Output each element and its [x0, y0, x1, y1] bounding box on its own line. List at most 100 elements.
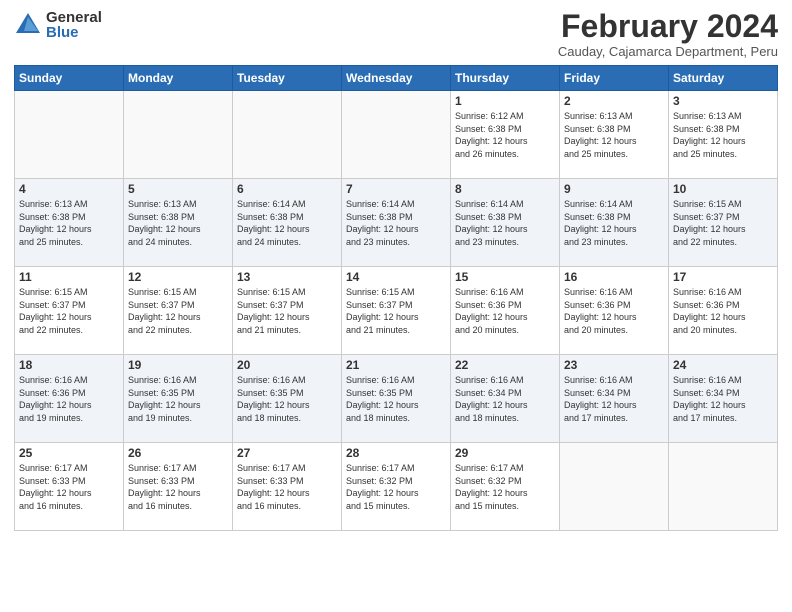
day-number: 20 [237, 358, 337, 372]
day-number: 4 [19, 182, 119, 196]
day-info: Sunrise: 6:17 AM Sunset: 6:33 PM Dayligh… [128, 462, 228, 512]
day-number: 29 [455, 446, 555, 460]
day-info: Sunrise: 6:16 AM Sunset: 6:34 PM Dayligh… [673, 374, 773, 424]
day-number: 11 [19, 270, 119, 284]
calendar-week-row: 1 Sunrise: 6:12 AM Sunset: 6:38 PM Daylig… [15, 91, 778, 179]
calendar-cell: 15Sunrise: 6:16 AM Sunset: 6:36 PM Dayli… [451, 267, 560, 355]
day-number: 14 [346, 270, 446, 284]
calendar-cell: 5 Sunrise: 6:13 AM Sunset: 6:38 PM Daylig… [124, 179, 233, 267]
logo-text: General Blue [46, 10, 102, 40]
calendar-cell [124, 91, 233, 179]
day-info: Sunrise: 6:13 AM Sunset: 6:38 PM Dayligh… [19, 198, 119, 248]
calendar-cell: 8Sunrise: 6:14 AM Sunset: 6:38 PM Daylig… [451, 179, 560, 267]
day-number: 24 [673, 358, 773, 372]
day-number: 28 [346, 446, 446, 460]
day-number: 16 [564, 270, 664, 284]
calendar-cell: 7 Sunrise: 6:14 AM Sunset: 6:38 PM Daylig… [342, 179, 451, 267]
day-number: 27 [237, 446, 337, 460]
day-info: Sunrise: 6:16 AM Sunset: 6:35 PM Dayligh… [237, 374, 337, 424]
day-info: Sunrise: 6:16 AM Sunset: 6:35 PM Dayligh… [128, 374, 228, 424]
calendar-title: February 2024 [558, 10, 778, 42]
day-number: 23 [564, 358, 664, 372]
day-info: Sunrise: 6:17 AM Sunset: 6:32 PM Dayligh… [455, 462, 555, 512]
day-info: Sunrise: 6:15 AM Sunset: 6:37 PM Dayligh… [237, 286, 337, 336]
day-number: 17 [673, 270, 773, 284]
day-info: Sunrise: 6:16 AM Sunset: 6:36 PM Dayligh… [455, 286, 555, 336]
day-info: Sunrise: 6:13 AM Sunset: 6:38 PM Dayligh… [564, 110, 664, 160]
calendar-cell: 17 Sunrise: 6:16 AM Sunset: 6:36 PM Dayli… [669, 267, 778, 355]
calendar-week-row: 25Sunrise: 6:17 AM Sunset: 6:33 PM Dayli… [15, 443, 778, 531]
day-number: 18 [19, 358, 119, 372]
day-number: 19 [128, 358, 228, 372]
calendar-cell: 16 Sunrise: 6:16 AM Sunset: 6:36 PM Dayli… [560, 267, 669, 355]
calendar-cell: 29 Sunrise: 6:17 AM Sunset: 6:32 PM Dayli… [451, 443, 560, 531]
day-info: Sunrise: 6:13 AM Sunset: 6:38 PM Dayligh… [673, 110, 773, 160]
day-number: 22 [455, 358, 555, 372]
day-info: Sunrise: 6:16 AM Sunset: 6:36 PM Dayligh… [564, 286, 664, 336]
day-number: 9 [564, 182, 664, 196]
day-info: Sunrise: 6:16 AM Sunset: 6:36 PM Dayligh… [673, 286, 773, 336]
day-info: Sunrise: 6:15 AM Sunset: 6:37 PM Dayligh… [673, 198, 773, 248]
day-info: Sunrise: 6:14 AM Sunset: 6:38 PM Dayligh… [346, 198, 446, 248]
day-info: Sunrise: 6:17 AM Sunset: 6:32 PM Dayligh… [346, 462, 446, 512]
calendar-cell: 12 Sunrise: 6:15 AM Sunset: 6:37 PM Dayli… [124, 267, 233, 355]
weekday-header-friday: Friday [560, 66, 669, 91]
calendar-cell: 18 Sunrise: 6:16 AM Sunset: 6:36 PM Dayli… [15, 355, 124, 443]
day-number: 1 [455, 94, 555, 108]
calendar-cell [560, 443, 669, 531]
day-number: 21 [346, 358, 446, 372]
day-info: Sunrise: 6:17 AM Sunset: 6:33 PM Dayligh… [237, 462, 337, 512]
day-info: Sunrise: 6:14 AM Sunset: 6:38 PM Dayligh… [455, 198, 555, 248]
calendar-cell: 11 Sunrise: 6:15 AM Sunset: 6:37 PM Dayli… [15, 267, 124, 355]
weekday-header-row: SundayMondayTuesdayWednesdayThursdayFrid… [15, 66, 778, 91]
title-section: February 2024 Cauday, Cajamarca Departme… [558, 10, 778, 59]
day-info: Sunrise: 6:15 AM Sunset: 6:37 PM Dayligh… [19, 286, 119, 336]
day-number: 5 [128, 182, 228, 196]
weekday-header-saturday: Saturday [669, 66, 778, 91]
logo: General Blue [14, 10, 102, 40]
day-info: Sunrise: 6:16 AM Sunset: 6:34 PM Dayligh… [455, 374, 555, 424]
weekday-header-thursday: Thursday [451, 66, 560, 91]
calendar-cell: 6Sunrise: 6:14 AM Sunset: 6:38 PM Daylig… [233, 179, 342, 267]
day-info: Sunrise: 6:16 AM Sunset: 6:36 PM Dayligh… [19, 374, 119, 424]
header: General Blue February 2024 Cauday, Cajam… [14, 10, 778, 59]
calendar-cell [669, 443, 778, 531]
calendar-cell: 13 Sunrise: 6:15 AM Sunset: 6:37 PM Dayli… [233, 267, 342, 355]
calendar-cell: 23Sunrise: 6:16 AM Sunset: 6:34 PM Dayli… [560, 355, 669, 443]
calendar-cell: 3 Sunrise: 6:13 AM Sunset: 6:38 PM Daylig… [669, 91, 778, 179]
day-info: Sunrise: 6:15 AM Sunset: 6:37 PM Dayligh… [346, 286, 446, 336]
day-number: 3 [673, 94, 773, 108]
day-number: 6 [237, 182, 337, 196]
day-info: Sunrise: 6:14 AM Sunset: 6:38 PM Dayligh… [564, 198, 664, 248]
day-number: 7 [346, 182, 446, 196]
calendar-cell: 21 Sunrise: 6:16 AM Sunset: 6:35 PM Dayli… [342, 355, 451, 443]
logo-blue: Blue [46, 25, 102, 40]
day-number: 13 [237, 270, 337, 284]
calendar-table: SundayMondayTuesdayWednesdayThursdayFrid… [14, 65, 778, 531]
calendar-subtitle: Cauday, Cajamarca Department, Peru [558, 44, 778, 59]
page: General Blue February 2024 Cauday, Cajam… [0, 0, 792, 612]
weekday-header-sunday: Sunday [15, 66, 124, 91]
day-info: Sunrise: 6:15 AM Sunset: 6:37 PM Dayligh… [128, 286, 228, 336]
calendar-cell: 14 Sunrise: 6:15 AM Sunset: 6:37 PM Dayli… [342, 267, 451, 355]
calendar-cell: 2 Sunrise: 6:13 AM Sunset: 6:38 PM Daylig… [560, 91, 669, 179]
calendar-cell: 25Sunrise: 6:17 AM Sunset: 6:33 PM Dayli… [15, 443, 124, 531]
calendar-cell: 24 Sunrise: 6:16 AM Sunset: 6:34 PM Dayli… [669, 355, 778, 443]
logo-general: General [46, 10, 102, 25]
logo-icon [14, 11, 42, 39]
calendar-cell [342, 91, 451, 179]
calendar-cell: 9 Sunrise: 6:14 AM Sunset: 6:38 PM Daylig… [560, 179, 669, 267]
day-info: Sunrise: 6:12 AM Sunset: 6:38 PM Dayligh… [455, 110, 555, 160]
calendar-cell [233, 91, 342, 179]
calendar-cell: 26 Sunrise: 6:17 AM Sunset: 6:33 PM Dayli… [124, 443, 233, 531]
calendar-cell: 10Sunrise: 6:15 AM Sunset: 6:37 PM Dayli… [669, 179, 778, 267]
day-number: 12 [128, 270, 228, 284]
day-info: Sunrise: 6:17 AM Sunset: 6:33 PM Dayligh… [19, 462, 119, 512]
calendar-week-row: 4 Sunrise: 6:13 AM Sunset: 6:38 PM Daylig… [15, 179, 778, 267]
calendar-cell: 27 Sunrise: 6:17 AM Sunset: 6:33 PM Dayli… [233, 443, 342, 531]
day-info: Sunrise: 6:16 AM Sunset: 6:35 PM Dayligh… [346, 374, 446, 424]
day-number: 2 [564, 94, 664, 108]
day-info: Sunrise: 6:13 AM Sunset: 6:38 PM Dayligh… [128, 198, 228, 248]
weekday-header-tuesday: Tuesday [233, 66, 342, 91]
day-number: 26 [128, 446, 228, 460]
